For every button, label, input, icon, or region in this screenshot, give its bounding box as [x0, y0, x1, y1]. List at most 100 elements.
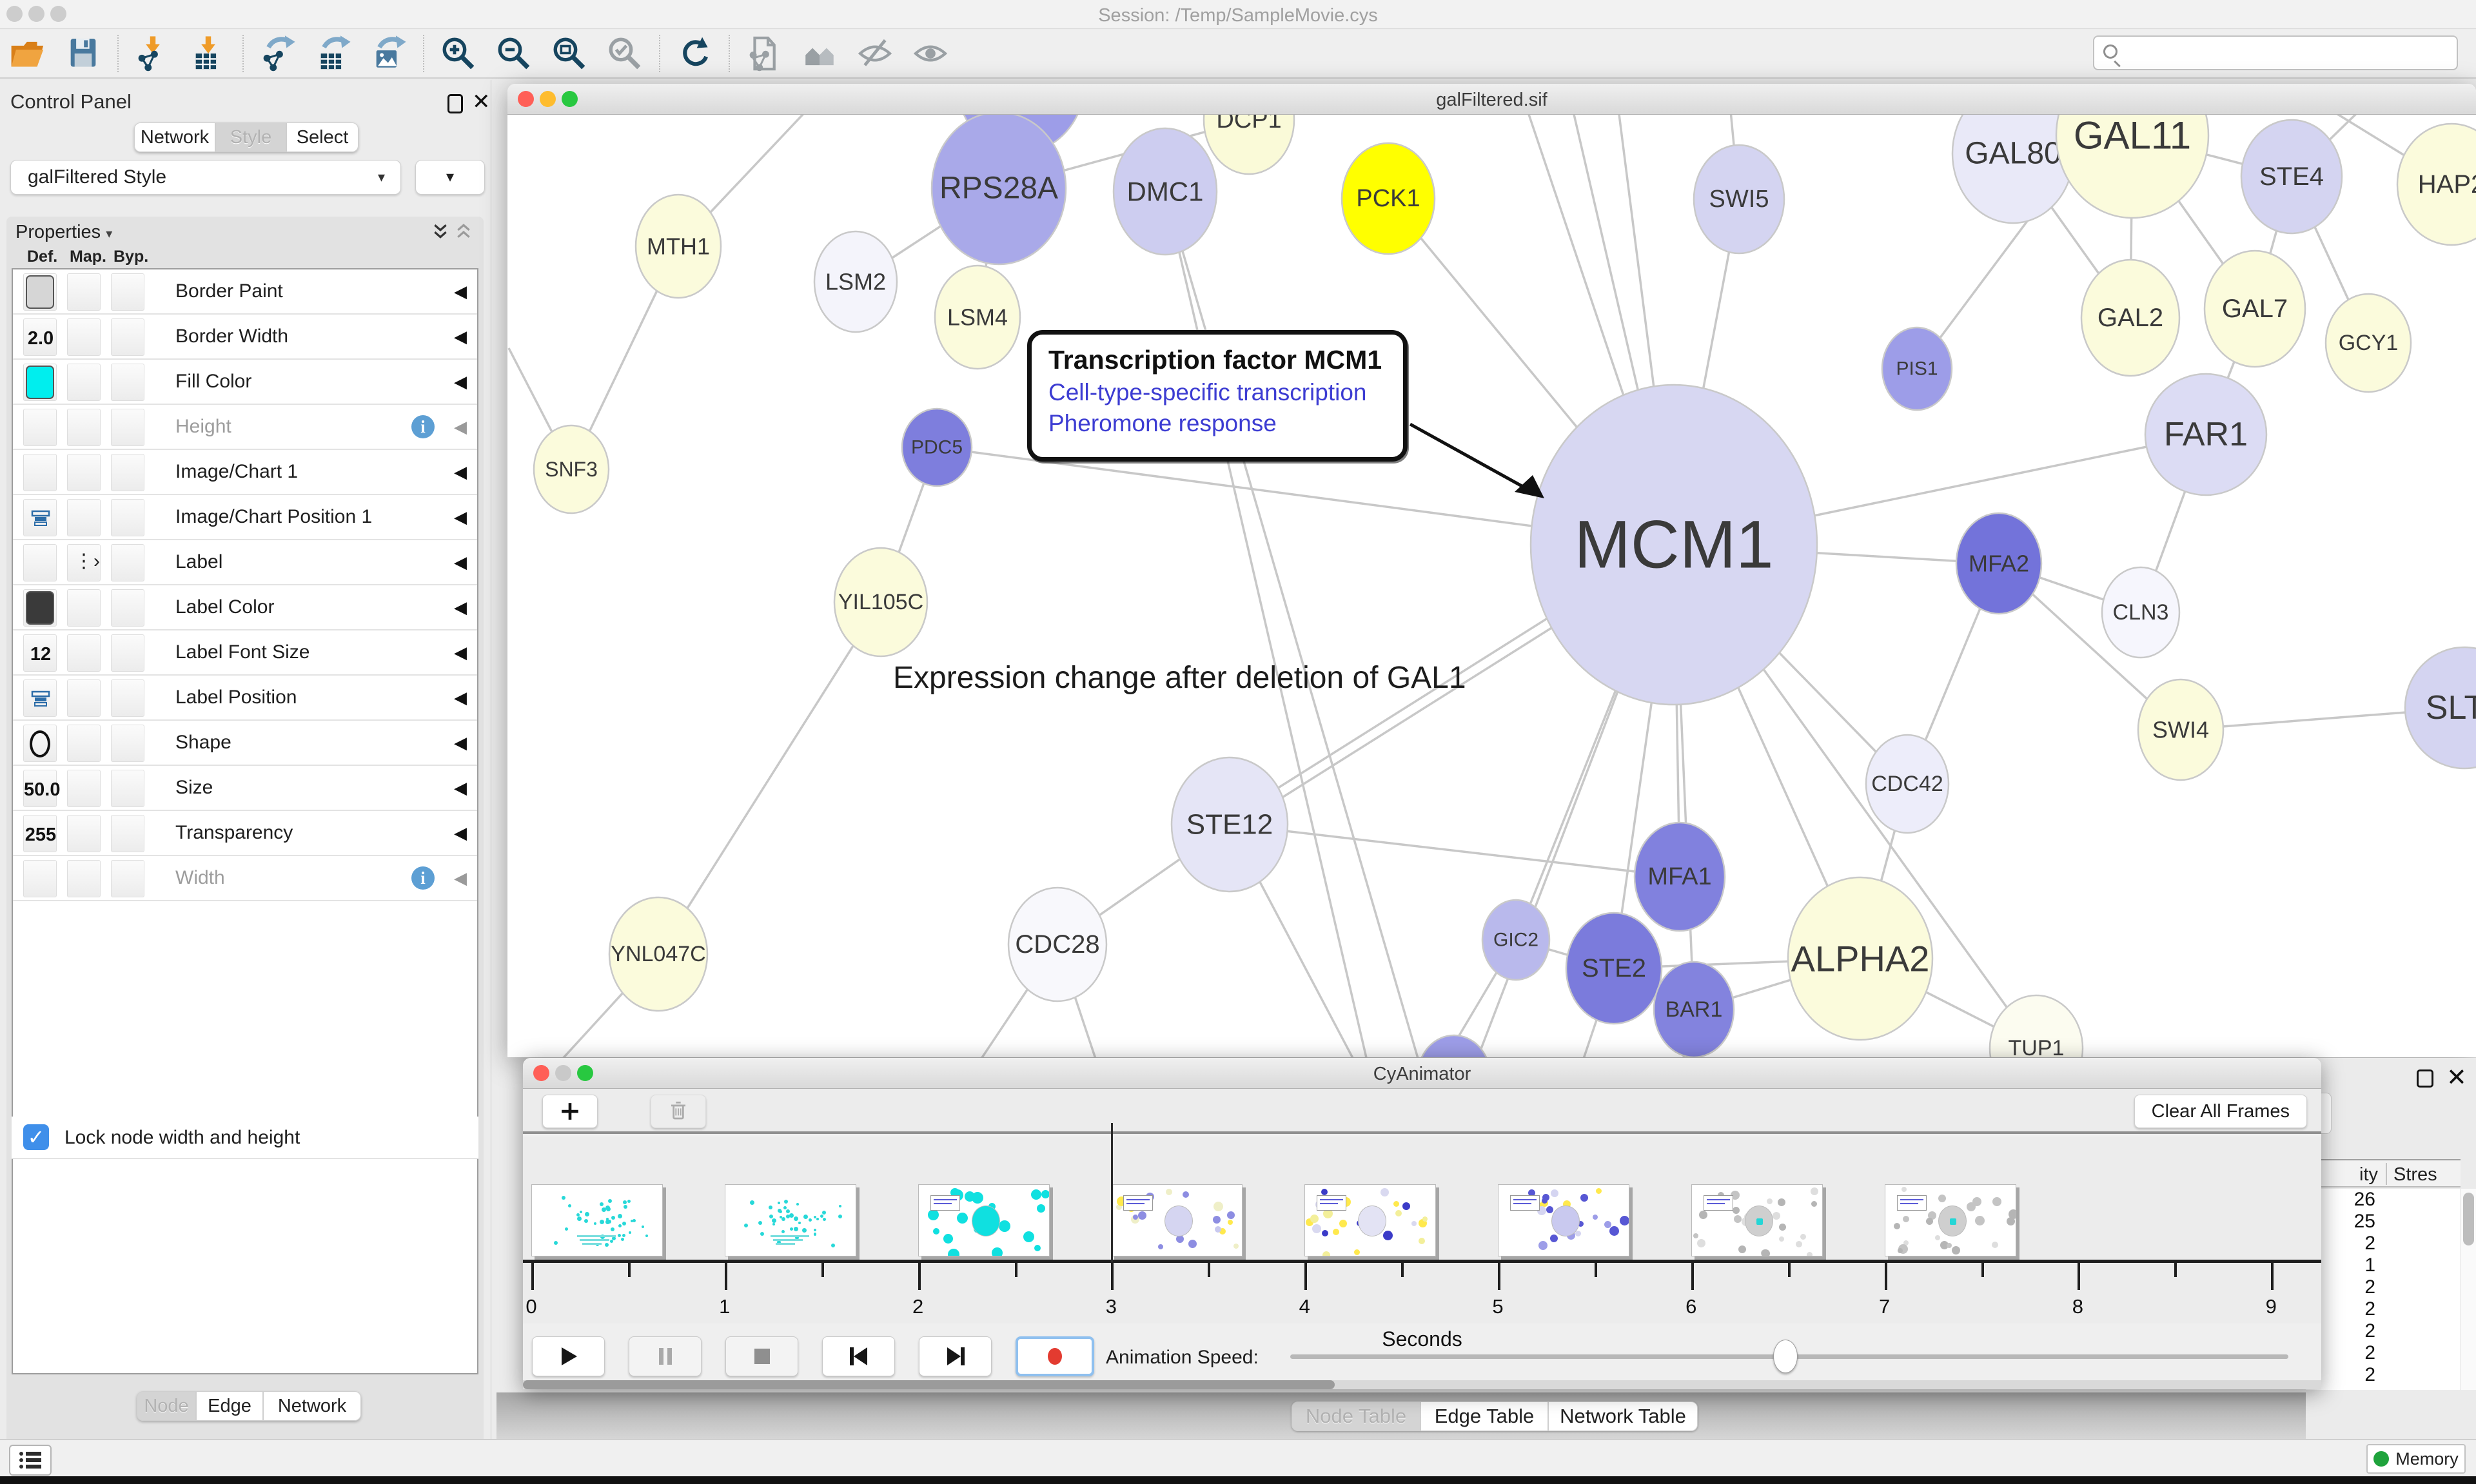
float-panel-icon[interactable] [447, 94, 463, 113]
open-session-button[interactable] [0, 33, 55, 74]
default-value-cell[interactable] [23, 454, 57, 491]
network-node-ste12[interactable]: STE12 [1172, 757, 1288, 892]
tab-node[interactable]: Node [137, 1391, 196, 1421]
mapping-value-cell[interactable] [67, 770, 101, 807]
mapping-value-cell[interactable] [67, 499, 101, 536]
network-node-pis1[interactable]: PIS1 [1882, 327, 1952, 410]
default-value-cell[interactable] [23, 364, 57, 401]
frame-strip-scrollbar[interactable] [523, 1380, 2321, 1389]
mapping-value-cell[interactable]: ⋮› [67, 544, 101, 581]
delete-frame-button[interactable] [651, 1095, 706, 1128]
clear-all-frames-button[interactable]: Clear All Frames [2134, 1095, 2307, 1128]
bypass-value-cell[interactable] [111, 725, 144, 762]
property-row-fill-color[interactable]: Fill Color◀ [13, 360, 477, 405]
animation-frame-7[interactable] [1885, 1184, 2016, 1256]
property-row-size[interactable]: 50.0Size◀ [13, 766, 477, 811]
bypass-value-cell[interactable] [111, 589, 144, 627]
animation-frame-2[interactable] [918, 1184, 1050, 1256]
network-node-gal2[interactable]: GAL2 [2081, 260, 2179, 376]
animation-frame-6[interactable] [1691, 1184, 1823, 1256]
skip-end-button[interactable] [919, 1336, 992, 1376]
expand-row-icon[interactable]: ◀ [454, 282, 467, 302]
network-node-gal7[interactable]: GAL7 [2205, 251, 2305, 367]
show-all-button[interactable] [903, 33, 958, 74]
pause-button[interactable] [629, 1336, 702, 1376]
skip-start-button[interactable] [822, 1336, 895, 1376]
property-row-label-position[interactable]: Label Position◀ [13, 676, 477, 721]
network-node-ynl047c[interactable]: YNL047C [609, 897, 707, 1011]
property-row-label[interactable]: ⋮›Label◀ [13, 540, 477, 585]
tab-edge-table[interactable]: Edge Table [1420, 1401, 1548, 1431]
network-node-dcp1[interactable]: DCP1 [1204, 115, 1294, 174]
mapping-value-cell[interactable] [67, 364, 101, 401]
mapping-value-cell[interactable] [67, 725, 101, 762]
default-value-cell[interactable] [23, 273, 57, 311]
network-node-swi4[interactable]: SWI4 [2138, 679, 2223, 780]
close-panel-icon[interactable]: ✕ [2446, 1063, 2467, 1092]
color-swatch[interactable] [26, 366, 54, 399]
property-row-transparency[interactable]: 255Transparency◀ [13, 811, 477, 856]
properties-header[interactable]: Properties ▾ [15, 222, 112, 243]
group-nodes-button[interactable] [792, 33, 847, 74]
record-button[interactable] [1016, 1336, 1094, 1376]
network-node-far1[interactable]: FAR1 [2145, 374, 2266, 495]
tab-node-table[interactable]: Node Table [1292, 1401, 1420, 1431]
lock-size-checkbox[interactable]: ✓ [23, 1124, 49, 1150]
info-icon[interactable]: i [411, 415, 435, 438]
stop-button[interactable] [725, 1336, 798, 1376]
zoom-fit-button[interactable] [542, 33, 597, 74]
expand-row-icon[interactable]: ◀ [454, 552, 467, 572]
network-node-yil105c[interactable]: YIL105C [834, 548, 927, 656]
network-node-pck1[interactable]: PCK1 [1342, 143, 1435, 254]
import-network-button[interactable] [125, 33, 181, 74]
network-window-titlebar[interactable]: galFiltered.sif [507, 84, 2476, 115]
bypass-value-cell[interactable] [111, 499, 144, 536]
save-session-button[interactable] [55, 33, 111, 74]
property-row-height[interactable]: Heighti◀ [13, 405, 477, 450]
style-selector[interactable]: galFiltered Style▾ [10, 160, 401, 195]
export-table-button[interactable] [306, 33, 361, 74]
network-edge[interactable] [1230, 825, 1680, 877]
memory-button[interactable]: Memory [2366, 1444, 2466, 1474]
network-node-n1[interactable] [1418, 1035, 1490, 1057]
export-network-button[interactable] [250, 33, 306, 74]
expand-row-icon[interactable]: ◀ [454, 507, 467, 527]
tab-edge[interactable]: Edge [196, 1391, 263, 1421]
property-row-image-chart-position-1[interactable]: Image/Chart Position 1◀ [13, 495, 477, 540]
network-node-gcy1[interactable]: GCY1 [2326, 294, 2411, 392]
default-value-cell[interactable] [23, 409, 57, 446]
column-header[interactable]: Stres [2393, 1164, 2437, 1186]
default-value-cell[interactable] [23, 499, 57, 536]
bypass-value-cell[interactable] [111, 409, 144, 446]
mapping-value-cell[interactable] [67, 273, 101, 311]
network-node-rps28a[interactable]: RPS28A [932, 115, 1066, 264]
bypass-value-cell[interactable] [111, 815, 144, 852]
default-value-cell[interactable] [23, 725, 57, 762]
expand-row-icon[interactable]: ◀ [454, 462, 467, 482]
info-icon[interactable]: i [411, 866, 435, 890]
network-node-slt2[interactable]: SLT2 [2405, 647, 2476, 768]
bypass-value-cell[interactable] [111, 770, 144, 807]
add-frame-button[interactable] [542, 1095, 598, 1128]
bypass-value-cell[interactable] [111, 318, 144, 356]
property-row-border-width[interactable]: 2.0Border Width◀ [13, 315, 477, 360]
bypass-value-cell[interactable] [111, 364, 144, 401]
play-button[interactable] [532, 1336, 605, 1376]
expand-row-icon[interactable]: ◀ [454, 327, 467, 347]
bypass-value-cell[interactable] [111, 860, 144, 897]
color-swatch[interactable] [26, 591, 54, 625]
network-node-alpha2[interactable]: ALPHA2 [1788, 877, 1932, 1040]
animation-frame-1[interactable] [725, 1184, 856, 1256]
tab-network[interactable]: Network [134, 122, 215, 152]
network-node-hap2[interactable]: HAP2 [2397, 124, 2476, 245]
mapping-value-cell[interactable] [67, 634, 101, 672]
property-row-label-font-size[interactable]: 12Label Font Size◀ [13, 630, 477, 676]
network-node-mcm1[interactable]: MCM1 [1531, 385, 1817, 705]
network-node-mfa2[interactable]: MFA2 [1956, 513, 2041, 614]
network-node-mfa1[interactable]: MFA1 [1635, 823, 1725, 931]
bypass-value-cell[interactable] [111, 544, 144, 581]
column-divider[interactable] [2386, 1163, 2387, 1185]
bypass-value-cell[interactable] [111, 679, 144, 717]
expand-row-icon[interactable]: ◀ [454, 598, 467, 618]
default-value-cell[interactable]: 2.0 [23, 318, 57, 356]
